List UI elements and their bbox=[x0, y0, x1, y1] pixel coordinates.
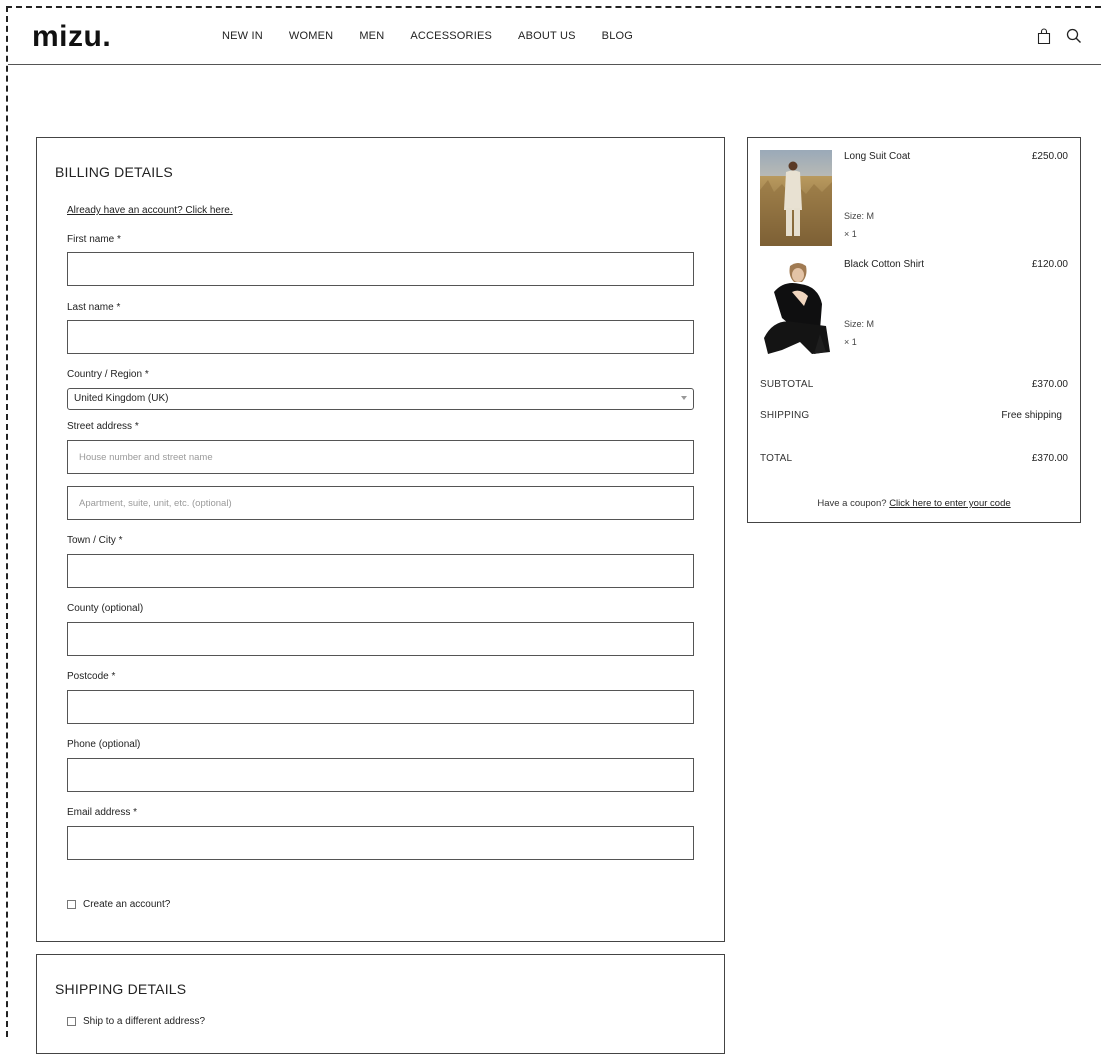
postcode-label: Postcode * bbox=[67, 671, 116, 682]
email-label: Email address * bbox=[67, 807, 138, 818]
shipping-details-card: SHIPPING DETAILS Ship to a different add… bbox=[36, 954, 725, 1054]
town-input[interactable] bbox=[67, 554, 694, 588]
shipping-title: SHIPPING DETAILS bbox=[55, 981, 187, 997]
product-image-black-cotton-shirt[interactable] bbox=[760, 258, 832, 354]
item-name[interactable]: Long Suit Coat bbox=[844, 151, 910, 162]
coupon-row: Have a coupon? Click here to enter your … bbox=[748, 498, 1080, 509]
email-input[interactable] bbox=[67, 826, 694, 860]
ship-different-row[interactable]: Ship to a different address? bbox=[67, 1016, 205, 1027]
billing-title: BILLING DETAILS bbox=[55, 164, 173, 180]
page-border-left bbox=[6, 6, 8, 1037]
subtotal-label: SUBTOTAL bbox=[760, 379, 814, 390]
first-name-label: First name * bbox=[67, 234, 121, 245]
nav-men[interactable]: MEN bbox=[359, 30, 384, 42]
county-label: County (optional) bbox=[67, 603, 144, 614]
country-select[interactable]: United Kingdom (UK) bbox=[67, 388, 694, 410]
street-address-input[interactable] bbox=[67, 440, 694, 474]
item-size: Size: M bbox=[844, 211, 875, 221]
county-input[interactable] bbox=[67, 622, 694, 656]
nav-women[interactable]: WOMEN bbox=[289, 30, 333, 42]
nav-accessories[interactable]: ACCESSORIES bbox=[410, 30, 492, 42]
postcode-input[interactable] bbox=[67, 690, 694, 724]
subtotal-value: £370.00 bbox=[1031, 379, 1068, 390]
order-summary-card: Long Suit Coat £250.00 Size: M × 1 Black… bbox=[747, 137, 1081, 523]
site-logo[interactable]: mizu. bbox=[32, 20, 111, 54]
coupon-link[interactable]: Click here to enter your code bbox=[889, 498, 1010, 509]
shipping-value: Free shipping bbox=[1001, 410, 1062, 421]
phone-label: Phone (optional) bbox=[67, 739, 141, 750]
create-account-label: Create an account? bbox=[83, 899, 171, 910]
item-price: £250.00 bbox=[1031, 151, 1068, 162]
item-quantity: × 1 bbox=[844, 337, 857, 347]
item-size: Size: M bbox=[844, 319, 875, 329]
shipping-label: SHIPPING bbox=[760, 410, 810, 421]
bag-icon[interactable] bbox=[1035, 27, 1053, 45]
ship-different-label: Ship to a different address? bbox=[83, 1016, 206, 1027]
total-value: £370.00 bbox=[1031, 453, 1068, 464]
product-image-long-suit-coat[interactable] bbox=[760, 150, 832, 246]
nav-about-us[interactable]: ABOUT US bbox=[518, 30, 576, 42]
nav-blog[interactable]: BLOG bbox=[602, 30, 633, 42]
billing-details-card: BILLING DETAILS Already have an account?… bbox=[36, 137, 725, 942]
town-label: Town / City * bbox=[67, 535, 123, 546]
main-nav: NEW IN WOMEN MEN ACCESSORIES ABOUT US BL… bbox=[222, 30, 633, 42]
first-name-input[interactable] bbox=[67, 252, 694, 286]
country-select-value: United Kingdom (UK) bbox=[74, 393, 169, 404]
total-label: TOTAL bbox=[760, 453, 793, 464]
country-label: Country / Region * bbox=[67, 369, 149, 380]
create-account-checkbox[interactable] bbox=[67, 900, 76, 909]
search-icon[interactable] bbox=[1065, 27, 1083, 45]
create-account-row[interactable]: Create an account? bbox=[67, 899, 170, 910]
item-price: £120.00 bbox=[1031, 259, 1068, 270]
phone-input[interactable] bbox=[67, 758, 694, 792]
dropdown-arrow-icon bbox=[681, 396, 687, 400]
street-label: Street address * bbox=[67, 421, 139, 432]
login-link[interactable]: Already have an account? Click here. bbox=[67, 205, 233, 216]
last-name-input[interactable] bbox=[67, 320, 694, 354]
site-header: mizu. NEW IN WOMEN MEN ACCESSORIES ABOUT… bbox=[8, 8, 1101, 65]
nav-new-in[interactable]: NEW IN bbox=[222, 30, 263, 42]
coupon-text: Have a coupon? bbox=[817, 498, 887, 509]
apartment-input[interactable] bbox=[67, 486, 694, 520]
ship-different-checkbox[interactable] bbox=[67, 1017, 76, 1026]
item-name[interactable]: Black Cotton Shirt bbox=[844, 259, 924, 270]
item-quantity: × 1 bbox=[844, 229, 857, 239]
last-name-label: Last name * bbox=[67, 302, 121, 313]
